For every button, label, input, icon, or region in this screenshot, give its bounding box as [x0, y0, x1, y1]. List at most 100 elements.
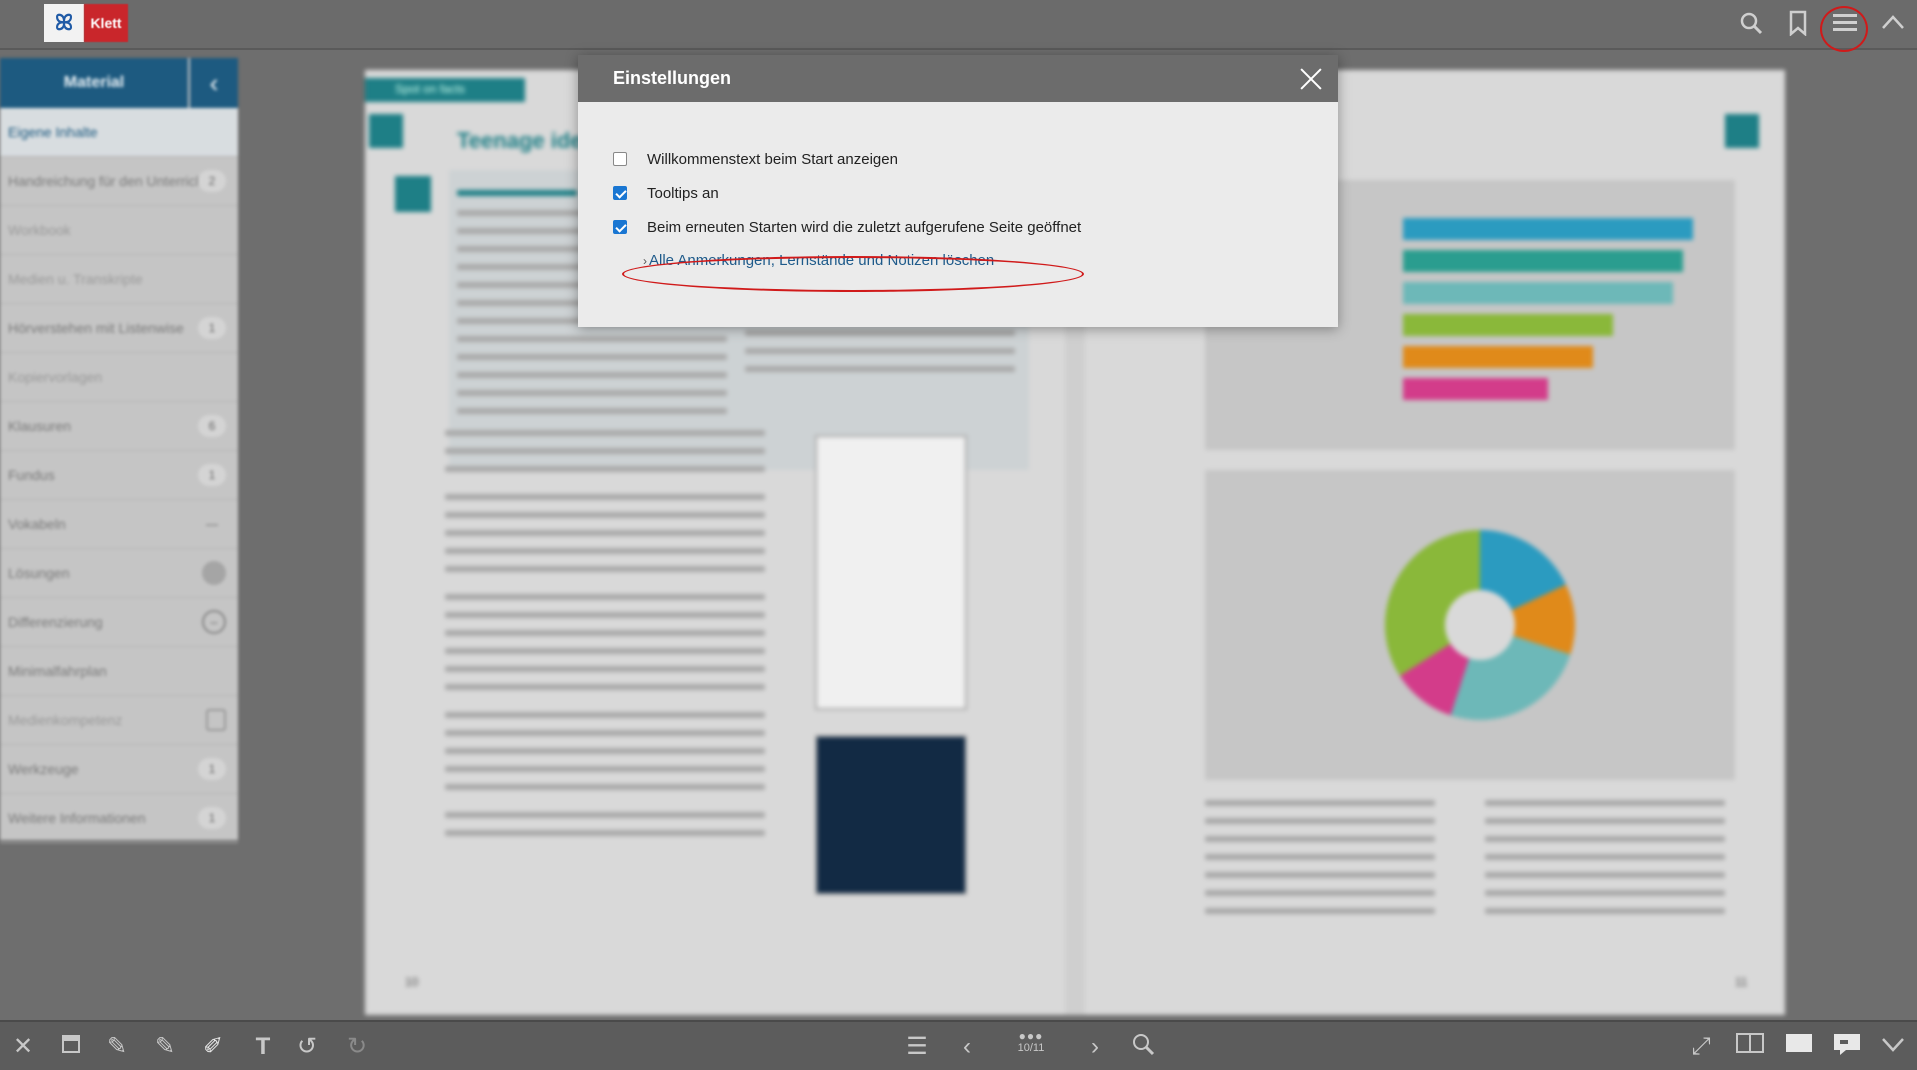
document-icon	[206, 709, 226, 731]
option-tooltips[interactable]: Tooltips an	[613, 176, 1338, 210]
restore-last-page-checkbox[interactable]	[613, 220, 627, 234]
sidebar-item-label: Vokabeln	[8, 516, 66, 532]
sidebar-item-label: Handreichung für den Unterricht	[8, 173, 208, 189]
double-page-icon[interactable]	[1735, 1032, 1765, 1062]
fullscreen-icon[interactable]: ⤢	[1686, 1032, 1716, 1062]
sidebar-item-weitere-informationen[interactable]: Weitere Informationen 1	[0, 794, 238, 843]
redo-icon[interactable]: ↻	[342, 1032, 372, 1062]
chart-bar	[1403, 314, 1613, 336]
delete-link-annotation-ellipse	[622, 256, 1084, 292]
sidebar-item-fundus[interactable]: Fundus 1	[0, 451, 238, 500]
chart-bar	[1403, 346, 1593, 368]
count-badge: 1	[198, 464, 226, 486]
pen-icon[interactable]: ✎	[102, 1032, 132, 1062]
option-restore-last-page[interactable]: Beim erneuten Starten wird die zuletzt a…	[613, 210, 1338, 244]
option-label: Beim erneuten Starten wird die zuletzt a…	[647, 218, 1082, 236]
eraser-icon[interactable]	[56, 1032, 86, 1062]
top-toolbar: ꕤ Klett	[0, 0, 1917, 52]
sidebar-item-hoerverstehen[interactable]: Hörverstehen mit Listenwise 1	[0, 304, 238, 353]
list-icon[interactable]: ☰	[902, 1032, 932, 1062]
chevron-right-icon[interactable]: ›	[1080, 1032, 1110, 1062]
spot-on-facts-tag: Spot on facts	[365, 78, 525, 102]
logo-wordmark: Klett	[84, 4, 128, 42]
count-badge: 6	[198, 415, 226, 437]
sidebar-item-workbook[interactable]: Workbook	[0, 206, 238, 255]
dialog-title: Einstellungen	[613, 68, 732, 88]
chart-bar	[1403, 378, 1548, 400]
count-badge: 1	[198, 317, 226, 339]
enter-icon[interactable]	[1725, 114, 1759, 148]
cartoon-image	[815, 435, 967, 710]
page-heading: Teenage ide	[457, 128, 583, 153]
bookmark-icon[interactable]	[1783, 10, 1813, 40]
sidebar-item-label: Minimalfahrplan	[8, 663, 107, 679]
highlighter-icon[interactable]: ✎	[150, 1032, 180, 1062]
single-page-icon[interactable]	[1784, 1032, 1814, 1062]
dialog-header: Einstellungen	[578, 55, 1338, 102]
text-tool-icon[interactable]: T	[248, 1032, 278, 1062]
chevron-up-icon[interactable]	[1878, 10, 1908, 40]
sidebar-item-label: Werkzeuge	[8, 761, 79, 777]
sidebar-item-label: Eigene Inhalte	[8, 124, 98, 140]
page-number: 11	[1735, 975, 1748, 989]
sidebar-item-label: Fundus	[8, 467, 55, 483]
tooltips-checkbox[interactable]	[613, 186, 627, 200]
option-label: Tooltips an	[647, 184, 719, 202]
klett-logo[interactable]: ꕤ Klett	[44, 4, 128, 42]
sidebar-item-loesungen[interactable]: Lösungen	[0, 549, 238, 598]
sidebar-item-klausuren[interactable]: Klausuren 6	[0, 402, 238, 451]
enter-icon[interactable]	[369, 114, 403, 148]
sidebar-item-label: Kopiervorlagen	[8, 369, 103, 385]
donut-hole	[1445, 590, 1515, 660]
document-icon[interactable]	[395, 176, 431, 212]
sidebar-item-werkzeuge[interactable]: Werkzeuge 1	[0, 745, 238, 794]
chart-bar	[1403, 282, 1673, 304]
comment-icon[interactable]	[1832, 1032, 1862, 1062]
page-indicator[interactable]: ●●● 10/11	[1010, 1030, 1052, 1064]
menu-annotation-circle	[1820, 6, 1868, 52]
sidebar-item-label: Weitere Informationen	[8, 810, 146, 826]
sidebar-item-label: Differenzierung	[8, 614, 103, 630]
sidebar-item-medienkompetenz[interactable]: Medienkompetenz	[0, 696, 238, 745]
chart-bar	[1403, 250, 1683, 272]
option-label: Willkommenstext beim Start anzeigen	[647, 150, 898, 168]
sidebar-title: Material	[0, 58, 188, 108]
close-icon[interactable]: ✕	[8, 1032, 38, 1062]
logo-mark-icon: ꕤ	[44, 4, 84, 42]
page-indicator-text: 10/11	[1017, 1042, 1045, 1054]
count-badge: 1	[198, 807, 226, 829]
search-icon[interactable]	[1736, 10, 1766, 40]
welcome-text-checkbox[interactable]	[613, 152, 627, 166]
sidebar-item-vokabeln[interactable]: Vokabeln —	[0, 500, 238, 549]
sidebar-item-handreichung[interactable]: Handreichung für den Unterricht 2	[0, 157, 238, 206]
material-sidebar: Material ‹ Eigene Inhalte Handreichung f…	[0, 58, 238, 843]
sidebar-item-medien[interactable]: Medien u. Transkripte	[0, 255, 238, 304]
dash-icon: —	[206, 517, 218, 531]
marker-icon[interactable]: ✐	[198, 1032, 228, 1062]
chevron-left-icon[interactable]: ‹	[188, 58, 238, 108]
chevron-down-icon[interactable]	[1878, 1032, 1908, 1062]
chart-bar	[1403, 218, 1693, 240]
option-welcome-text[interactable]: Willkommenstext beim Start anzeigen	[613, 142, 1338, 176]
dots-icon: ●●●	[1018, 1029, 1044, 1043]
sidebar-item-label: Medien u. Transkripte	[8, 271, 143, 287]
sidebar-header: Material ‹	[0, 58, 238, 108]
close-icon[interactable]	[1294, 62, 1328, 96]
count-badge: 1	[198, 758, 226, 780]
sidebar-item-differenzierung[interactable]: Differenzierung –	[0, 598, 238, 647]
sidebar-item-kopiervorlagen[interactable]: Kopiervorlagen	[0, 353, 238, 402]
bottom-toolbar: ✕ ✎ ✎ ✐ T ↺ ↻ ☰ ‹ ●●● 10/11 › ⤢	[0, 1020, 1917, 1070]
sidebar-item-label: Workbook	[8, 222, 71, 238]
dialog-body: Willkommenstext beim Start anzeigen Tool…	[578, 102, 1338, 274]
sidebar-item-label: Medienkompetenz	[8, 712, 123, 728]
sidebar-item-label: Klausuren	[8, 418, 72, 434]
sidebar-item-eigene-inhalte[interactable]: Eigene Inhalte	[0, 108, 238, 157]
sidebar-item-label: Hörverstehen mit Listenwise	[8, 320, 184, 336]
circle-icon	[202, 561, 226, 585]
count-badge: 2	[198, 170, 226, 192]
zoom-icon[interactable]	[1128, 1032, 1158, 1062]
chevron-left-icon[interactable]: ‹	[952, 1032, 982, 1062]
cartoon-image-dark	[815, 735, 967, 895]
sidebar-item-minimalfahrplan[interactable]: Minimalfahrplan	[0, 647, 238, 696]
undo-icon[interactable]: ↺	[292, 1032, 322, 1062]
